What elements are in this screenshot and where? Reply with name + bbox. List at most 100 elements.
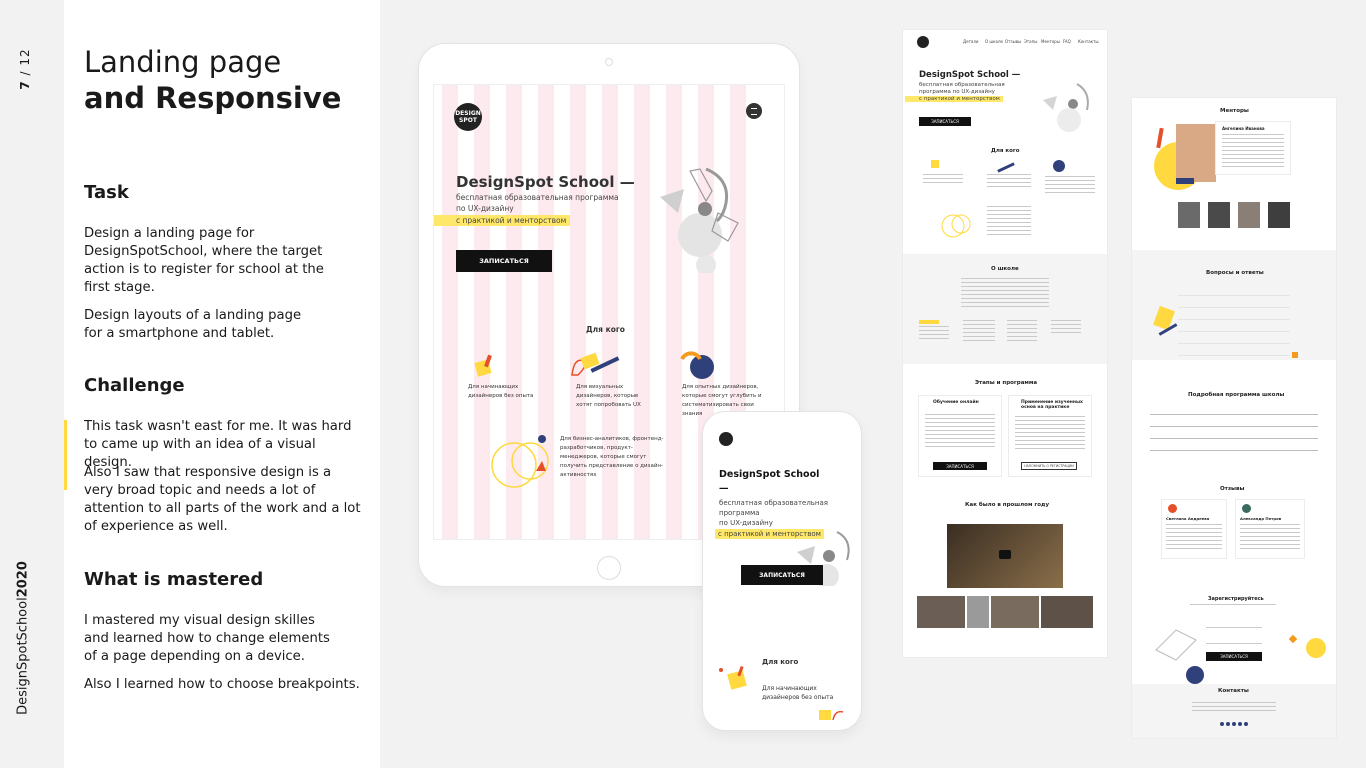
desk1-photo-3[interactable] xyxy=(991,596,1039,628)
audience-analysts: Для бизнес-аналитиков, фронтенд-разработ… xyxy=(560,436,664,478)
left-rail: 7 / 12 DesignSpotSchool2020 xyxy=(0,0,64,768)
phone-for-whom: Для кого xyxy=(762,658,799,666)
desk1-photo-4[interactable] xyxy=(1041,596,1093,628)
desk2-review-text-2 xyxy=(1240,524,1300,552)
tablet-hero-sub1: бесплатная образовательная программа xyxy=(456,193,619,202)
desk1-visual-icon xyxy=(997,162,1015,173)
desk2-faq-title: Вопросы и ответы xyxy=(1206,270,1264,276)
desk2-mentor-thumb-4[interactable] xyxy=(1268,202,1290,228)
faq-row[interactable] xyxy=(1178,298,1290,308)
menu-icon[interactable] xyxy=(746,103,762,119)
project-label: DesignSpotSchool2020 xyxy=(8,555,38,720)
social-icon[interactable] xyxy=(1220,722,1224,726)
social-icon[interactable] xyxy=(1244,722,1248,726)
faq-row[interactable] xyxy=(1178,322,1290,332)
desk2-mentor-name: Ангелина Иванова xyxy=(1222,126,1265,131)
social-icon[interactable] xyxy=(1226,722,1230,726)
desk2-review-text-1 xyxy=(1166,524,1222,552)
desk1-audience-4-text xyxy=(987,206,1031,236)
desk2-register-illustration xyxy=(1155,629,1197,661)
desk1-about-text xyxy=(961,278,1049,308)
desk2-mentor-bio xyxy=(1222,134,1284,170)
desk1-analyst-icon xyxy=(941,214,971,238)
faq-row[interactable] xyxy=(1178,310,1290,320)
mastered-heading: What is mastered xyxy=(84,569,264,590)
desk2-register-subtitle xyxy=(1190,604,1276,608)
slide-total: 12 xyxy=(18,48,32,66)
task-paragraph-2: Design layouts of a landing page for a s… xyxy=(84,308,302,341)
nav-about[interactable]: О школе xyxy=(985,39,1003,44)
desk1-about-hl-1 xyxy=(919,320,939,324)
phone-logo[interactable] xyxy=(719,432,733,446)
page-title-line2: and Responsive xyxy=(84,81,342,115)
desk2-review-avatar-1 xyxy=(1168,504,1177,513)
social-icon[interactable] xyxy=(1232,722,1236,726)
desk1-logo[interactable] xyxy=(917,36,929,48)
desk2-mentor-thumb-3[interactable] xyxy=(1238,202,1260,228)
slide-separator: / xyxy=(18,70,32,76)
tablet-cta-button[interactable]: ЗАПИСАТЬСЯ xyxy=(456,250,552,272)
desk1-beginner-icon xyxy=(931,160,939,168)
desk1-stage-1-title: Обучение онлайн xyxy=(933,400,979,405)
social-icon[interactable] xyxy=(1238,722,1242,726)
nav-details[interactable]: Детали xyxy=(963,39,979,44)
audience-visual-designers: Для визуальных дизайнеров, которые хотят… xyxy=(576,384,641,408)
tablet-home-button[interactable] xyxy=(597,556,621,580)
analyst-icon xyxy=(491,435,549,488)
desk2-email-field[interactable] xyxy=(1206,636,1262,644)
desk1-stage-2-button[interactable]: НАПОМНИТЬ О РЕГИСТРАЦИИ xyxy=(1021,462,1077,470)
desk1-stage-1-button[interactable]: ЗАПИСАТЬСЯ xyxy=(933,462,987,470)
nav-mentors[interactable]: Менторы xyxy=(1041,39,1060,44)
desk1-for-whom: Для кого xyxy=(991,148,1020,154)
visual-designer-icon xyxy=(571,352,620,376)
desk2-mentor-thumb-1[interactable] xyxy=(1178,202,1200,228)
desk1-about-col-2 xyxy=(963,320,995,344)
logo[interactable]: DESIGN SPOT xyxy=(454,103,482,131)
challenge-paragraph-2: Also I saw that responsive design is a v… xyxy=(84,465,361,534)
desk2-register-shape-1 xyxy=(1306,638,1326,658)
faq-row[interactable] xyxy=(1178,286,1290,296)
desk1-cta-button[interactable]: ЗАПИСАТЬСЯ xyxy=(919,117,971,126)
desk2-mentor-thumb-2[interactable] xyxy=(1208,202,1230,228)
description-panel: Landing page and Responsive Task Design … xyxy=(64,0,380,768)
faq-row[interactable] xyxy=(1178,346,1290,356)
desk2-contacts-title: Контакты xyxy=(1218,688,1249,694)
desk1-stage-1-text xyxy=(925,414,995,450)
experienced-icon xyxy=(680,351,714,379)
desk2-register-button[interactable]: ЗАПИСАТЬСЯ xyxy=(1206,652,1262,661)
desk2-mentor-accent xyxy=(1156,127,1164,149)
challenge-heading: Challenge xyxy=(84,375,185,396)
desk2-register-shape-2 xyxy=(1288,634,1298,644)
task-heading: Task xyxy=(84,182,129,203)
desk2-name-field[interactable] xyxy=(1206,620,1262,628)
nav-faq[interactable]: FAQ xyxy=(1063,39,1071,44)
mastered-paragraph-1: I mastered my visual design skilles and … xyxy=(84,613,330,664)
desk1-hero-highlight: с практикой и менторством xyxy=(905,96,1003,102)
desk1-about-title: О школе xyxy=(991,266,1019,272)
desk2-review-name-2: Александр Петров xyxy=(1240,516,1282,521)
tablet-hero-title: DesignSpot School — xyxy=(456,173,635,191)
nav-stages[interactable]: Этапы xyxy=(1024,39,1037,44)
desk1-about-col-3 xyxy=(1007,320,1037,344)
slide-counter: 7 / 12 xyxy=(12,46,38,92)
faq-row[interactable] xyxy=(1178,334,1290,344)
phone-visual-icon xyxy=(819,710,844,721)
page-title: Landing page and Responsive xyxy=(84,44,341,116)
desk2-program-table xyxy=(1150,414,1318,462)
phone-audience-beginners: Для начинающих дизайнеров без опыта xyxy=(762,685,834,701)
nav-reviews[interactable]: Отзывы xyxy=(1005,39,1021,44)
mastered-paragraph-2: Also I learned how to choose breakpoints… xyxy=(84,677,360,692)
desk1-about-col-4 xyxy=(1051,320,1081,334)
desktop-mockup-2: Менторы Ангелина Иванова Вопросы и ответ… xyxy=(1132,98,1336,738)
desk2-faq-shape-3 xyxy=(1292,352,1298,358)
desk1-photo-2[interactable] xyxy=(967,596,989,628)
tablet-hero-highlight: с практикой и менторством xyxy=(434,215,571,226)
accent-bar xyxy=(64,420,67,490)
play-icon[interactable] xyxy=(999,550,1011,559)
phone-cta-button[interactable]: ЗАПИСАТЬСЯ xyxy=(741,565,823,585)
hero-illustration xyxy=(660,167,739,273)
desk1-photo-1[interactable] xyxy=(917,596,965,628)
desk1-hero-title: DesignSpot School — xyxy=(919,70,1021,80)
phone-hero-title: DesignSpot School — xyxy=(719,469,820,494)
nav-contacts[interactable]: Контакты xyxy=(1078,39,1099,44)
